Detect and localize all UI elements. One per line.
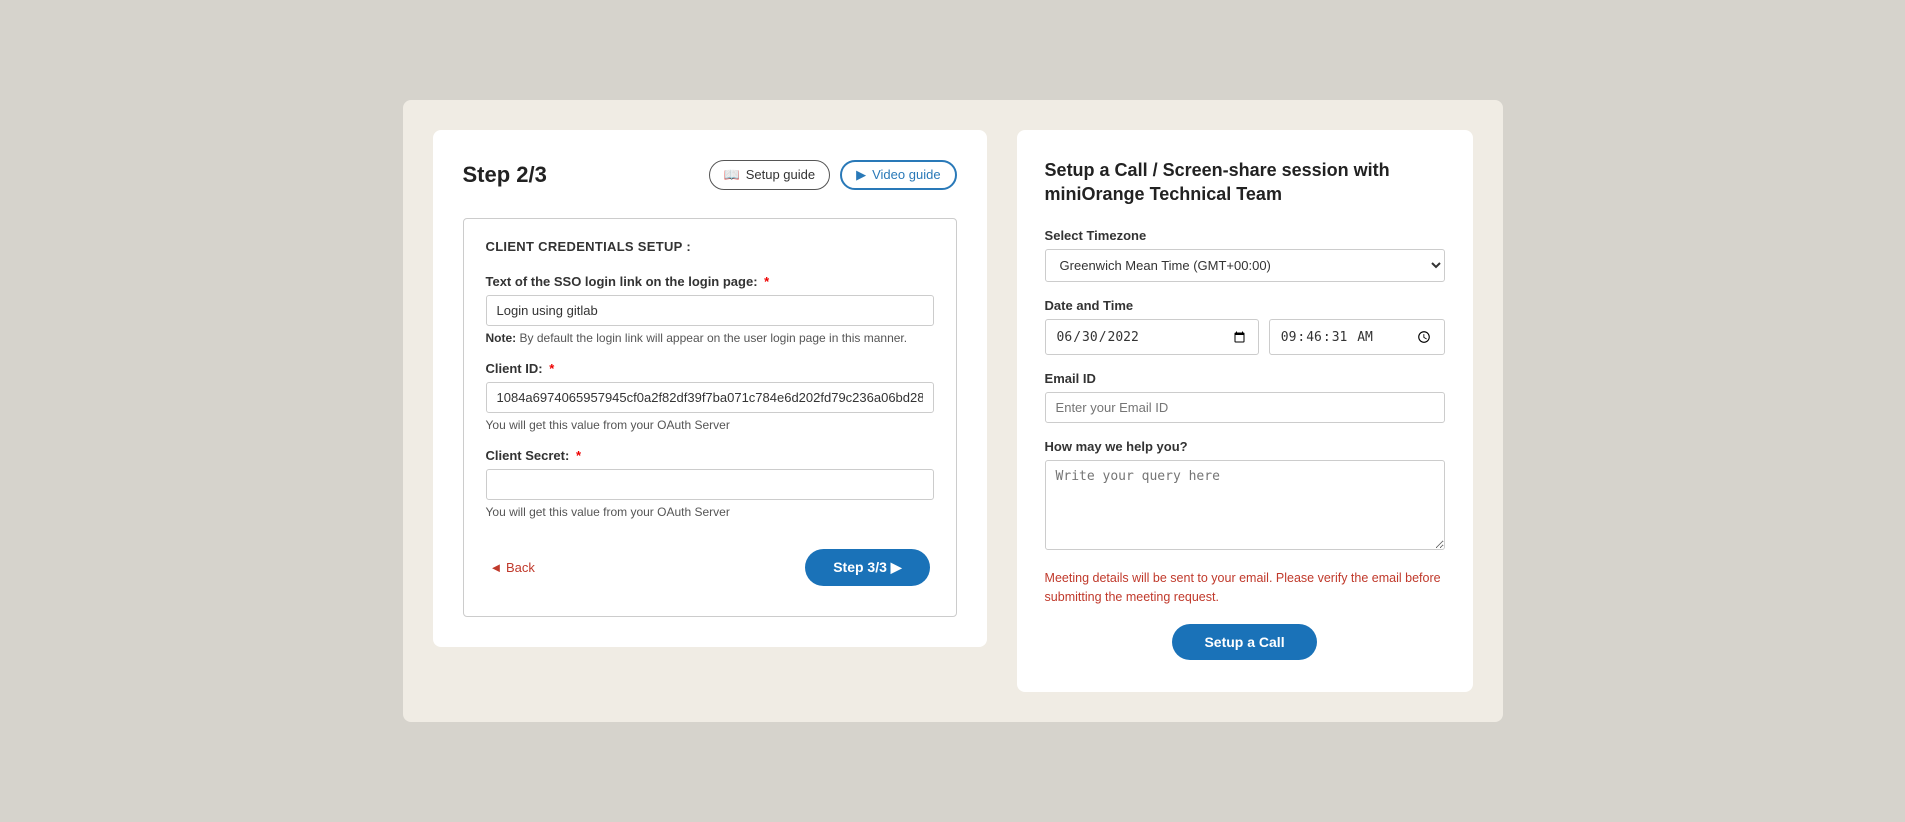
client-id-note: You will get this value from your OAuth … — [486, 418, 934, 432]
sso-link-label: Text of the SSO login link on the login … — [486, 274, 934, 289]
left-panel: Step 2/3 📖 Setup guide ▶ Video guide CLI… — [433, 130, 987, 647]
required-star-3: * — [576, 448, 581, 463]
setup-call-button[interactable]: Setup a Call — [1172, 624, 1316, 660]
right-panel-title: Setup a Call / Screen-share session with… — [1045, 158, 1445, 207]
bottom-actions: ◄ Back Step 3/3 ▶ — [486, 549, 934, 586]
step-header: Step 2/3 📖 Setup guide ▶ Video guide — [463, 160, 957, 190]
step-title: Step 2/3 — [463, 162, 547, 188]
credentials-title: CLIENT CREDENTIALS SETUP : — [486, 239, 934, 254]
client-secret-input[interactable] — [486, 469, 934, 500]
client-secret-group: Client Secret: * You will get this value… — [486, 448, 934, 519]
next-step-button[interactable]: Step 3/3 ▶ — [805, 549, 929, 586]
client-id-input[interactable] — [486, 382, 934, 413]
header-buttons: 📖 Setup guide ▶ Video guide — [709, 160, 957, 190]
datetime-row — [1045, 319, 1445, 355]
video-icon: ▶ — [856, 167, 866, 183]
timezone-label: Select Timezone — [1045, 228, 1445, 243]
email-group: Email ID — [1045, 371, 1445, 423]
setup-guide-button[interactable]: 📖 Setup guide — [709, 160, 831, 190]
client-id-group: Client ID: * You will get this value fro… — [486, 361, 934, 432]
sso-link-input[interactable] — [486, 295, 934, 326]
right-panel: Setup a Call / Screen-share session with… — [1017, 130, 1473, 693]
email-input[interactable] — [1045, 392, 1445, 423]
client-secret-note: You will get this value from your OAuth … — [486, 505, 934, 519]
email-label: Email ID — [1045, 371, 1445, 386]
required-star: * — [764, 274, 769, 289]
datetime-label: Date and Time — [1045, 298, 1445, 313]
sso-link-note: Note: By default the login link will app… — [486, 331, 934, 345]
credentials-box: CLIENT CREDENTIALS SETUP : Text of the S… — [463, 218, 957, 617]
query-group: How may we help you? — [1045, 439, 1445, 553]
video-guide-button[interactable]: ▶ Video guide — [840, 160, 956, 190]
timezone-select[interactable]: Greenwich Mean Time (GMT+00:00) Eastern … — [1045, 249, 1445, 282]
client-secret-label: Client Secret: * — [486, 448, 934, 463]
time-input[interactable] — [1269, 319, 1445, 355]
outer-wrapper: Step 2/3 📖 Setup guide ▶ Video guide CLI… — [403, 100, 1503, 723]
required-star-2: * — [549, 361, 554, 376]
book-icon: 📖 — [724, 167, 740, 183]
date-input[interactable] — [1045, 319, 1259, 355]
datetime-group: Date and Time — [1045, 298, 1445, 355]
query-label: How may we help you? — [1045, 439, 1445, 454]
back-link[interactable]: ◄ Back — [490, 560, 535, 575]
query-textarea[interactable] — [1045, 460, 1445, 550]
client-id-label: Client ID: * — [486, 361, 934, 376]
timezone-group: Select Timezone Greenwich Mean Time (GMT… — [1045, 228, 1445, 282]
sso-link-group: Text of the SSO login link on the login … — [486, 274, 934, 345]
meeting-note: Meeting details will be sent to your ema… — [1045, 569, 1445, 607]
